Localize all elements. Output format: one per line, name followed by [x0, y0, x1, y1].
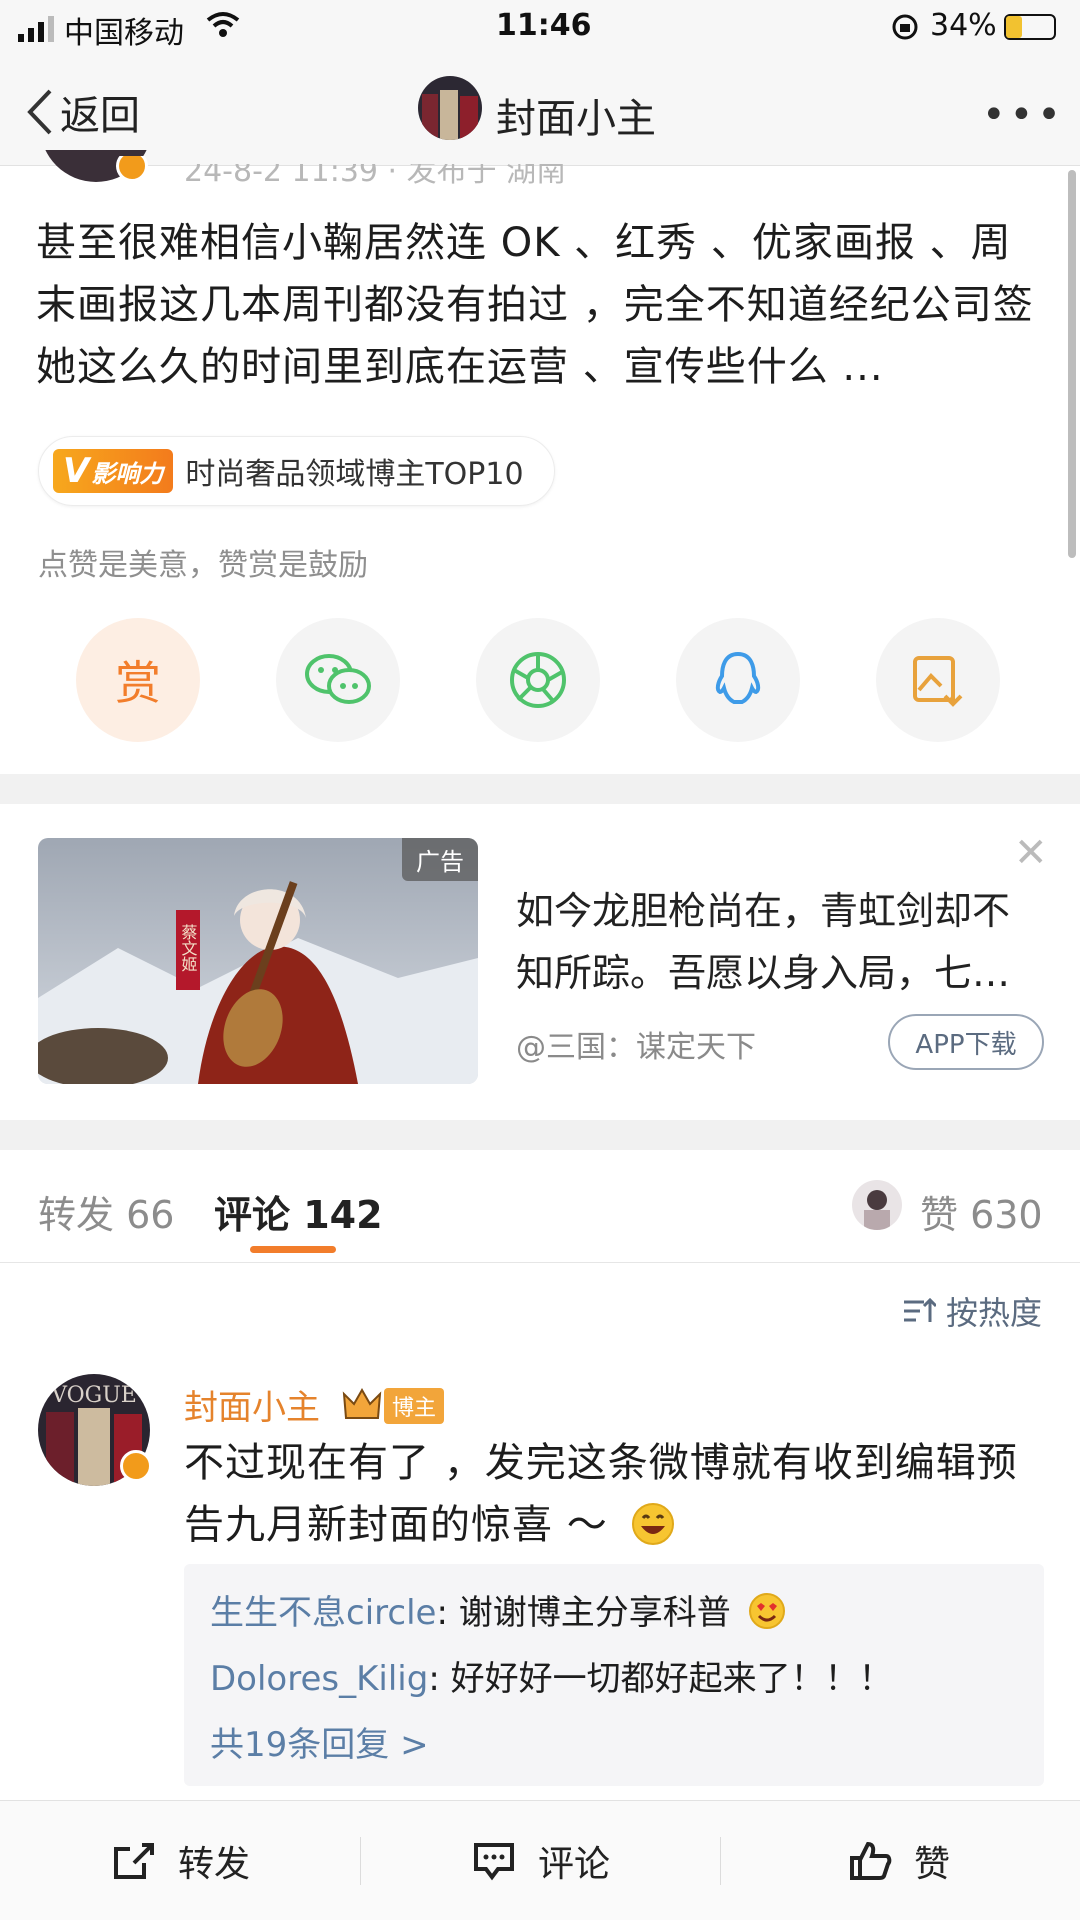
app-download-button[interactable]: APP下载 [888, 1014, 1044, 1070]
back-button[interactable]: 返回 [24, 80, 140, 144]
liker-avatar[interactable] [852, 1180, 902, 1230]
battery-icon [1004, 14, 1056, 40]
chevron-left-icon [27, 89, 52, 135]
verified-icon [116, 156, 148, 184]
repost-label: 转发 [178, 1844, 251, 1885]
scrollbar[interactable] [1068, 170, 1076, 558]
tab-comments[interactable]: 评论 142 [214, 1184, 383, 1239]
crown-icon [342, 1387, 382, 1419]
more-button[interactable]: ••• [982, 92, 1065, 138]
share-wechat-button[interactable] [276, 618, 400, 742]
repost-button[interactable]: 转发 [112, 1835, 250, 1887]
separator [720, 1837, 721, 1885]
laugh-emoji-icon [632, 1503, 675, 1545]
signal-icon [18, 16, 54, 42]
bottom-action-bar: 转发 评论 赞 [0, 1800, 1080, 1920]
header-avatar[interactable] [418, 76, 482, 140]
reward-icon: 赏 [115, 656, 161, 710]
page-title: 封面小主 [496, 96, 656, 142]
like-button[interactable]: 赞 [848, 1835, 950, 1887]
save-image-button[interactable] [876, 618, 1000, 742]
repost-icon [114, 1843, 154, 1879]
save-image-icon [913, 656, 963, 707]
ad-source[interactable]: @三国：谋定天下 [516, 1022, 756, 1066]
battery-percent: 34% [930, 8, 997, 43]
tabs-divider [0, 1262, 1080, 1263]
share-qq-button[interactable] [676, 618, 800, 742]
more-replies-link[interactable]: 共19条回复 > [210, 1712, 1018, 1778]
influence-badge[interactable]: V 影响力 时尚奢品领域博主TOP10 [38, 436, 555, 506]
tab-repost[interactable]: 转发 66 [38, 1184, 174, 1239]
rotation-lock-icon [892, 14, 918, 40]
separator [360, 1837, 361, 1885]
wechat-icon [305, 654, 371, 704]
comment-icon [474, 1843, 514, 1881]
nav-header: 返回 封面小主 ••• [0, 58, 1080, 166]
share-moments-button[interactable] [476, 618, 600, 742]
back-label: 返回 [60, 93, 140, 139]
comment-text: 不过现在有了 ，发完这条微博就有收到编辑预告九月新封面的惊喜 ～ [184, 1440, 1018, 1548]
comment-author[interactable]: 封面小主 [184, 1380, 320, 1429]
sort-icon [904, 1297, 936, 1322]
svg-text:VOGUE: VOGUE [50, 1383, 137, 1408]
verified-icon [120, 1450, 152, 1482]
influence-logo: V 影响力 [53, 449, 174, 493]
thumbs-up-icon [850, 1841, 892, 1880]
ad-image-caption: 蔡文姬 [179, 924, 198, 972]
like-label: 赞 [914, 1844, 951, 1885]
reward-hint: 点赞是美意，赞赏是鼓励 [38, 548, 368, 583]
carrier-name: 中国移动 [64, 16, 184, 51]
sort-label: 按热度 [946, 1294, 1043, 1332]
replies-box[interactable]: 生生不息circle: 谢谢博主分享科普 Dolores_Kilig: 好好好一… [184, 1564, 1044, 1786]
tab-active-indicator [250, 1246, 336, 1253]
heart-eyes-emoji-icon [748, 1593, 785, 1629]
ad-tag: 广告 [402, 838, 478, 881]
tab-likes[interactable]: 赞 630 [920, 1184, 1043, 1239]
influence-label: 时尚奢品领域博主TOP10 [185, 457, 524, 492]
author-badge: 博主 [384, 1388, 445, 1424]
qq-icon [715, 651, 761, 704]
reply-user[interactable]: Dolores_Kilig [210, 1659, 428, 1699]
ad-text[interactable]: 如今龙胆枪尚在，青虹剑却不知所踪。吾愿以身入局，七… [516, 880, 1036, 1004]
ad-image[interactable]: 蔡文姬 广告 [38, 838, 478, 1084]
reward-button[interactable]: 赏 [76, 618, 200, 742]
section-divider [0, 1120, 1080, 1150]
section-divider [0, 774, 1080, 804]
status-bar: 中国移动 11:46 34% [0, 0, 1080, 58]
wifi-icon [206, 12, 240, 37]
comment-button[interactable]: 评论 [472, 1835, 610, 1887]
sort-button[interactable]: 按热度 [902, 1288, 1042, 1334]
reply-text: 谢谢博主分享科普 [458, 1593, 731, 1633]
reply-item[interactable]: Dolores_Kilig: 好好好一切都好起来了！！！ [210, 1646, 1018, 1712]
reply-item[interactable]: 生生不息circle: 谢谢博主分享科普 [210, 1580, 1018, 1646]
reply-text: 好好好一切都好起来了！！！ [450, 1659, 893, 1699]
post-body: 甚至很难相信小鞠居然连 OK 、红秀 、优家画报 、周末画报这几本周刊都没有拍过… [36, 220, 1034, 390]
ad-close-icon[interactable]: ✕ [1014, 830, 1048, 876]
comment-label: 评论 [538, 1844, 611, 1885]
moments-icon [510, 652, 566, 708]
reply-user[interactable]: 生生不息circle [210, 1593, 436, 1633]
clock: 11:46 [496, 8, 592, 43]
